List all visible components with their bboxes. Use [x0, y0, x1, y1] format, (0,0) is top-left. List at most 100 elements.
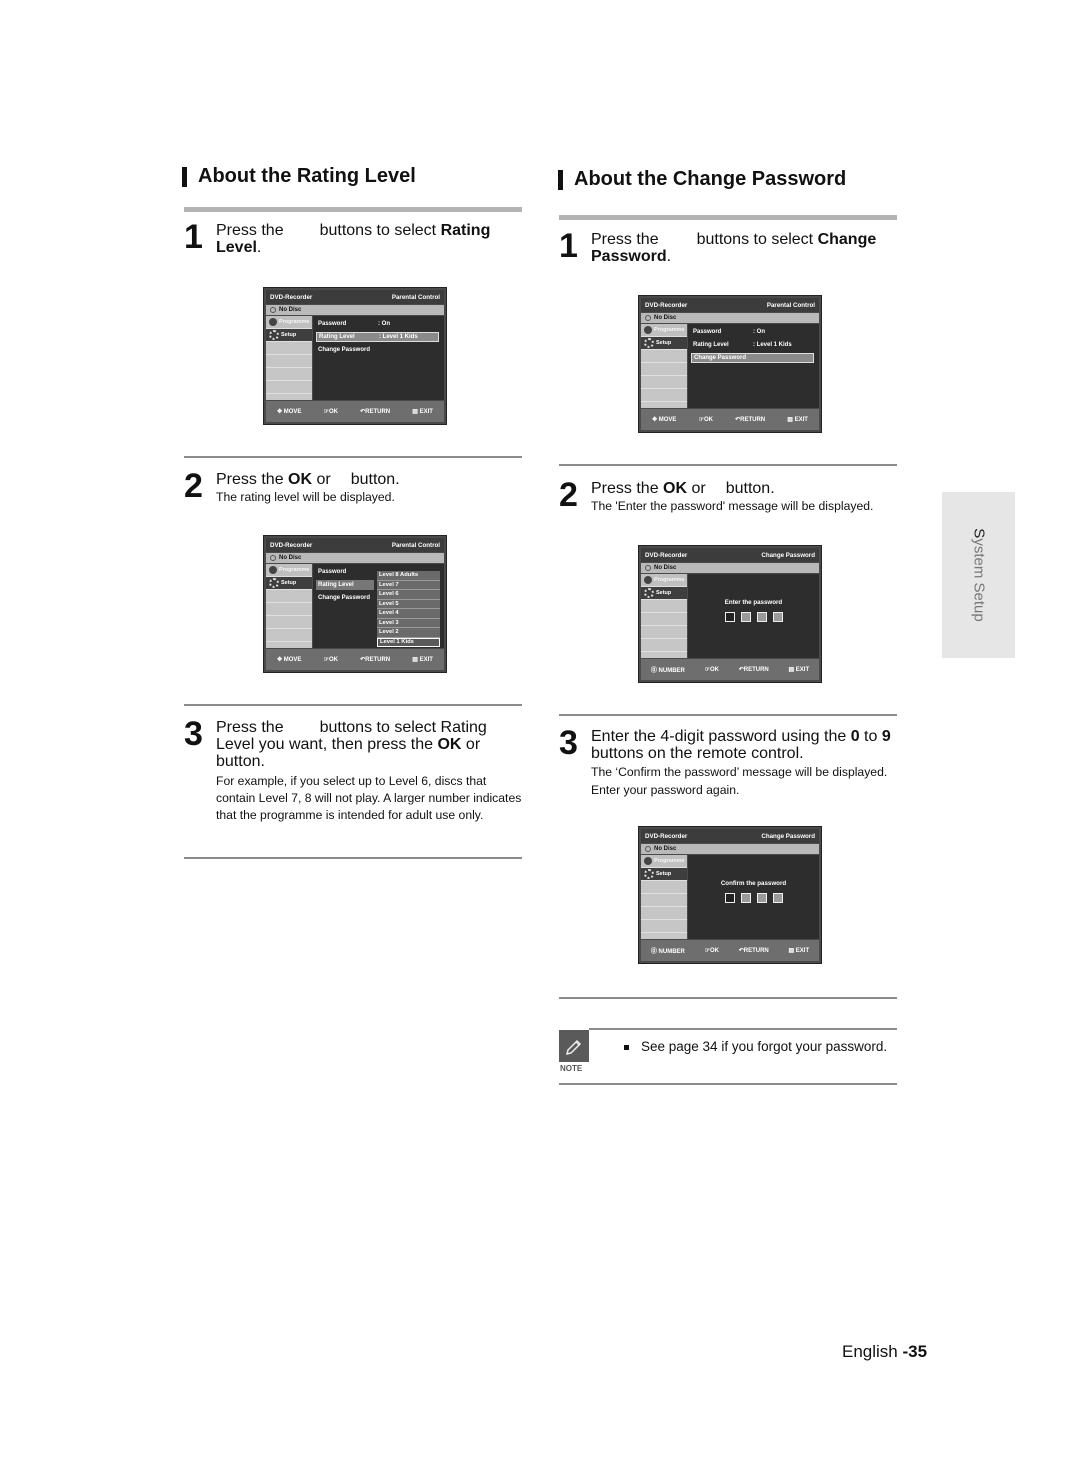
step-detail: For example, if you select up to Level 6… — [216, 774, 522, 822]
level-option: Level 8 Adults — [377, 571, 440, 581]
clock-icon — [644, 326, 652, 334]
heading-bar — [182, 166, 187, 187]
ok-icon: ☞OK — [698, 417, 713, 423]
gear-icon — [644, 338, 654, 348]
step-3-change-password: 3 Enter the 4-digit password using the 0… — [559, 724, 904, 799]
divider — [184, 456, 522, 458]
return-icon: ↶RETURN — [735, 417, 766, 423]
step-detail: Enter your password again. — [591, 783, 740, 797]
step-number: 3 — [559, 724, 578, 762]
chapter-tab-system-setup: System Setup — [942, 492, 1015, 658]
move-icon: ✥ MOVE — [652, 417, 677, 423]
step-2-rating: 2 Press the OK or button. The rating leve… — [184, 467, 400, 506]
gear-icon — [269, 578, 279, 588]
level-option-selected: Level 1 Kids — [377, 637, 440, 647]
number-icon: ⓪ NUMBER — [650, 949, 685, 955]
exit-icon: ▤ EXIT — [787, 417, 808, 423]
section-title-change-password: About the Change Password — [558, 168, 846, 191]
ok-icon: ☞OK — [323, 409, 338, 415]
note-label: NOTE — [560, 1064, 583, 1073]
osd-row-rating-level: Rating Level: Level 1 Kids — [316, 332, 439, 342]
osd-side-programme: Programme — [266, 316, 312, 329]
osd-row-change-password: Change Password — [318, 347, 371, 353]
password-prompt: Confirm the password — [720, 880, 787, 887]
password-digit-boxes — [688, 612, 819, 622]
gear-icon — [644, 869, 654, 879]
level-option: Level 6 — [377, 590, 440, 600]
osd-screen-rating-levels: DVD-Recorder Parental Control No Disc Pro… — [263, 535, 447, 673]
osd-side-setup: Setup — [266, 329, 312, 342]
divider — [559, 714, 897, 716]
level-option: Level 5 — [377, 600, 440, 609]
move-icon: ✥ MOVE — [277, 409, 302, 415]
osd-app-name: DVD-Recorder — [270, 293, 313, 301]
gear-icon — [269, 330, 279, 340]
disc-status: No Disc — [279, 307, 302, 313]
clock-icon — [269, 318, 277, 326]
disc-icon — [645, 846, 651, 852]
step-instruction: Press the buttons to select Change Passwo… — [591, 231, 877, 265]
disc-icon — [270, 307, 276, 313]
step-instruction: Press the buttons to select Rating Level. — [216, 222, 491, 256]
disc-icon — [645, 565, 651, 571]
move-icon: ✥ MOVE — [277, 657, 302, 663]
exit-icon: ▤ EXIT — [412, 657, 433, 663]
gear-icon — [644, 588, 654, 598]
osd-footer: ✥ MOVE ☞OK ↶RETURN ▤ EXIT — [266, 401, 444, 422]
level-option: Level 3 — [377, 619, 440, 628]
level-option: Level 4 — [377, 609, 440, 619]
divider — [184, 704, 522, 706]
osd-screen-rating-menu: DVD-Recorder Parental Control No Disc Pro… — [263, 287, 447, 425]
pencil-icon — [559, 1030, 589, 1062]
title-text: About the Change Password — [574, 168, 847, 190]
exit-icon: ▤ EXIT — [788, 948, 810, 954]
osd-screen-enter-password: DVD-Recorder Change Password No Disc Prog… — [638, 545, 822, 683]
level-option: Level 7 — [377, 581, 440, 590]
step-instruction: Press the buttons to select Rating Level … — [216, 719, 487, 770]
divider — [589, 1028, 897, 1030]
return-icon: ↶RETURN — [738, 948, 769, 954]
bullet-icon — [624, 1044, 629, 1050]
return-icon: ↶RETURN — [360, 409, 391, 415]
exit-icon: ▤ EXIT — [412, 409, 433, 415]
divider — [184, 857, 522, 859]
step-number: 2 — [559, 476, 578, 514]
clock-icon — [644, 576, 652, 584]
divider — [184, 207, 522, 212]
rating-level-list: Level 8 Adults Level 7 Level 6 Level 5 L… — [377, 571, 440, 647]
step-number: 2 — [184, 467, 203, 505]
step-3-rating: 3 Press the buttons to select Rating Leve… — [184, 715, 524, 824]
step-detail: The rating level will be displayed. — [216, 490, 395, 504]
note-text: See page 34 if you forgot your password. — [624, 1039, 887, 1054]
step-2-change-password: 2 Press the OK or button. The 'Enter the … — [559, 476, 873, 515]
return-icon: ↶RETURN — [738, 667, 769, 673]
exit-icon: ▤ EXIT — [788, 667, 810, 673]
step-number: 3 — [184, 715, 203, 753]
clock-icon — [644, 857, 652, 865]
disc-icon — [645, 315, 651, 321]
step-instruction: Press the OK or button. — [216, 471, 400, 488]
level-option: Level 2 — [377, 628, 440, 638]
ok-icon: ☞OK — [323, 657, 338, 663]
divider — [559, 464, 897, 466]
ok-icon: ☞OK — [704, 948, 719, 954]
number-icon: ⓪ NUMBER — [650, 668, 685, 674]
ok-icon: ☞OK — [704, 667, 719, 673]
step-number: 1 — [559, 227, 578, 265]
section-title-rating-level: About the Rating Level — [182, 165, 416, 188]
return-icon: ↶RETURN — [360, 657, 391, 663]
divider — [559, 215, 897, 220]
step-detail: The ‘Confirm the password’ message will … — [591, 765, 888, 779]
page-number: English -35 — [842, 1342, 928, 1361]
osd-section: Parental Control — [391, 293, 440, 301]
step-1-rating: 1 Press the buttons to select Rating Leve… — [184, 218, 491, 256]
divider — [559, 997, 897, 999]
step-number: 1 — [184, 218, 203, 256]
divider — [559, 1083, 897, 1085]
osd-screen-change-password-menu: DVD-Recorder Parental Control No Disc Pro… — [638, 295, 822, 433]
password-digit-boxes — [688, 893, 819, 903]
clock-icon — [269, 566, 277, 574]
disc-icon — [270, 555, 276, 561]
title-text: About the Rating Level — [198, 165, 416, 187]
osd-row-password: Password: On — [318, 321, 390, 327]
